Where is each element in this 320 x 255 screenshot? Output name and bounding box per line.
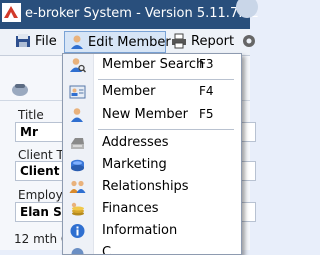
- menu-item-shortcut: F5: [199, 107, 214, 121]
- menu-item-shortcut: F4: [199, 84, 214, 98]
- menu-item-shortcut: F3: [199, 57, 214, 71]
- information-icon: [70, 224, 85, 238]
- phone-icon: [12, 84, 28, 96]
- menu-item-label: Marketing: [102, 157, 167, 172]
- menu-item-label: Addresses: [102, 135, 169, 150]
- menu-item-new-member[interactable]: New Member F5: [63, 104, 241, 126]
- menu-item-finances[interactable]: Finances: [63, 198, 241, 220]
- member-search-icon: [70, 58, 86, 73]
- menu-item-label: Finances: [102, 201, 159, 216]
- addresses-icon: [71, 138, 84, 149]
- title-bar: e-broker System - Version 5.11.7.12: [0, 0, 259, 29]
- file-icon: [16, 34, 30, 47]
- menu-separator: [98, 129, 234, 130]
- menu-bar: File Edit Member Report: [0, 29, 255, 56]
- menu-report[interactable]: Report: [171, 32, 235, 52]
- person-icon: [71, 35, 83, 49]
- member-card-icon: [69, 85, 86, 99]
- menu-item-marketing[interactable]: Marketing: [63, 154, 241, 176]
- menu-item-label: Information: [102, 223, 178, 238]
- menu-item-addresses[interactable]: Addresses: [63, 132, 241, 154]
- finances-icon: [71, 202, 84, 216]
- marketing-icon: [71, 159, 84, 172]
- menu-item-member-search[interactable]: Member Search F3: [63, 54, 241, 76]
- menu-item-partial[interactable]: C: [63, 242, 241, 255]
- edit-member-menu: Member Search F3 Member F4 New Member F5: [62, 53, 242, 255]
- menu-separator: [98, 79, 234, 80]
- menu-item-member[interactable]: Member F4: [63, 81, 241, 103]
- menu-item-label: Member: [102, 84, 156, 99]
- more-icon: [71, 248, 84, 254]
- relationships-icon: [69, 180, 86, 193]
- menu-item-relationships[interactable]: Relationships: [63, 176, 241, 198]
- menu-file[interactable]: File: [15, 32, 60, 52]
- window-title: e-broker System - Version 5.11.7.12: [25, 6, 259, 21]
- new-member-icon: [71, 108, 83, 122]
- title-label: Title: [18, 108, 44, 122]
- menu-more[interactable]: [241, 32, 255, 52]
- menu-item-label: New Member: [102, 107, 188, 122]
- gear-icon: [243, 35, 255, 47]
- menu-edit-member-label: Edit Member: [88, 35, 171, 50]
- menu-edit-member[interactable]: Edit Member: [64, 31, 171, 53]
- menu-item-label: C: [102, 245, 112, 255]
- menu-item-information[interactable]: Information: [63, 220, 241, 242]
- menu-item-label: Member Search: [102, 57, 205, 72]
- app-logo-icon: [2, 3, 21, 22]
- menu-report-label: Report: [191, 34, 235, 49]
- menu-item-label: Relationships: [102, 179, 189, 194]
- printer-icon: [172, 33, 186, 49]
- menu-file-label: File: [35, 34, 57, 49]
